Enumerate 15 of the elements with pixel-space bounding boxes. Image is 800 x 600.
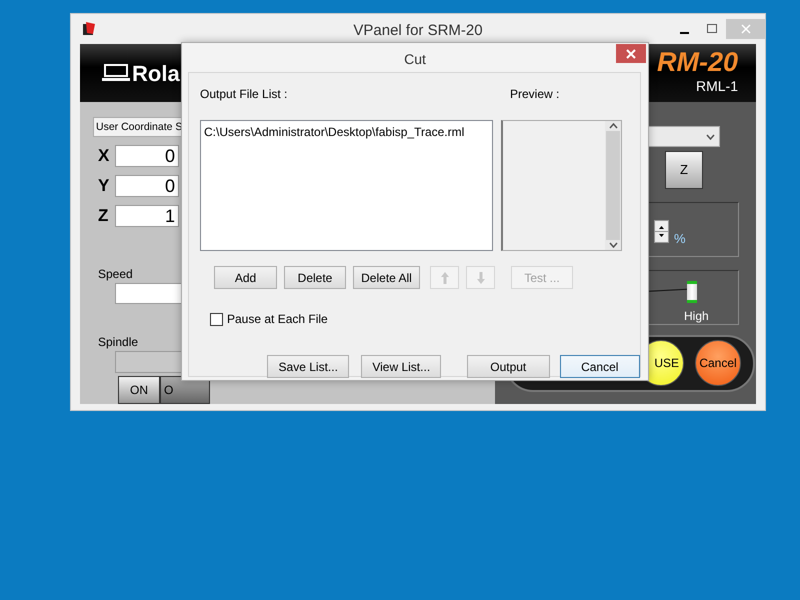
axis-label: Y [97,175,110,198]
slider-label: High [684,308,709,325]
brand-logo: Rola [132,60,180,88]
model-name: RM-20 [656,49,738,76]
preview-label: Preview : [510,86,560,103]
spindle-label: Spindle [98,334,138,351]
axis-label: X [97,145,110,168]
list-label: Output File List : [200,86,288,103]
percent-label: % [674,230,686,248]
axis-label: Z [97,205,110,228]
dialog-title: Cut [404,50,426,69]
checkbox-label: Pause at Each File [227,311,328,328]
window-title: VPanel for SRM-20 [353,21,483,41]
model-subtitle: RML-1 [696,77,738,96]
speed-label: Speed [98,266,133,283]
